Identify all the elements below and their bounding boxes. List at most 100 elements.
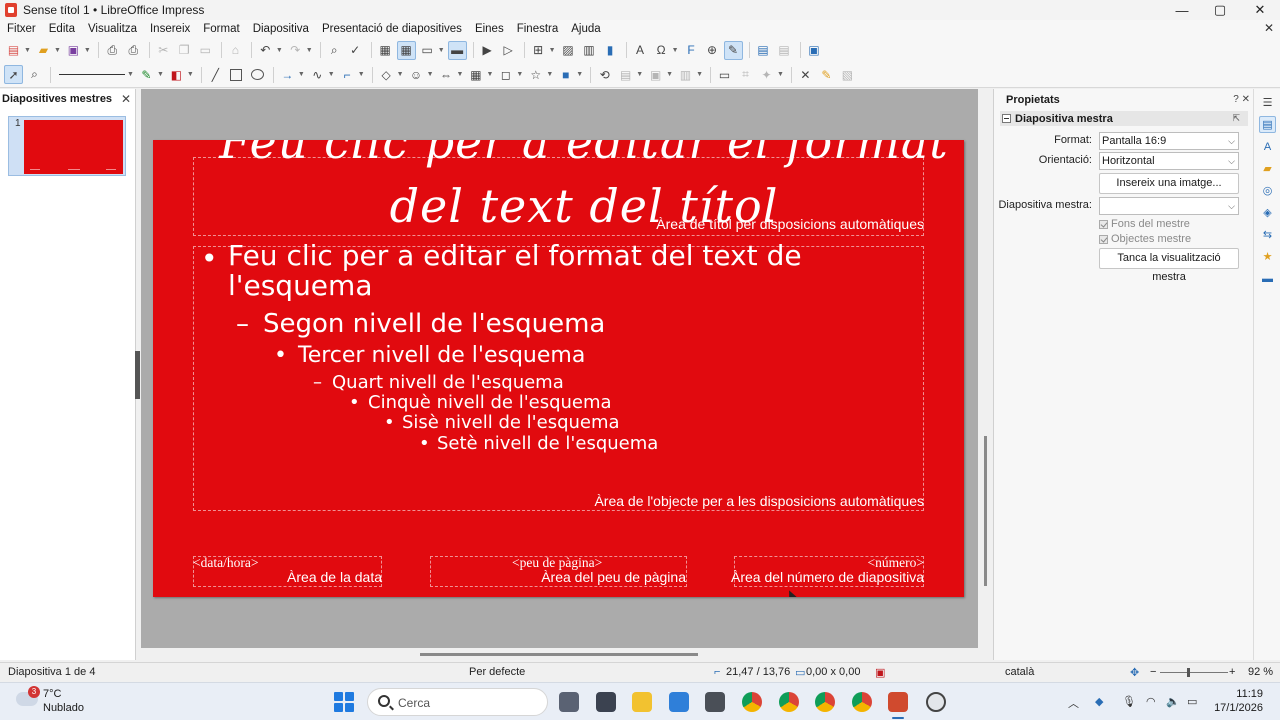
chrome-profile-4-icon[interactable] [852, 692, 872, 712]
find-replace-icon[interactable]: ⌕ [325, 41, 344, 60]
language[interactable]: català [1005, 666, 1034, 678]
redo-dropdown-icon[interactable]: ▼ [306, 47, 313, 54]
menu-ajuda[interactable]: Ajuda [571, 23, 600, 35]
minimize-button[interactable]: — [1162, 0, 1202, 20]
copy-icon[interactable]: ❐ [175, 41, 194, 60]
undo-dropdown-icon[interactable]: ▼ [276, 47, 283, 54]
draw-functions-icon[interactable]: ✎ [723, 40, 743, 60]
left-pane-collapse-handle[interactable] [135, 351, 140, 399]
security-tray-icon[interactable]: ◆ [1095, 695, 1103, 708]
zoom-out-icon[interactable]: − [1150, 666, 1156, 678]
chrome-profile-3-icon[interactable] [815, 692, 835, 712]
deck-menu-icon[interactable]: ☰ [1259, 94, 1276, 111]
styles-deck-icon[interactable]: A [1259, 138, 1276, 155]
orientation-select[interactable]: Horitzontal ⌵ [1099, 152, 1239, 170]
print-icon[interactable]: ⎙ [124, 41, 143, 60]
properties-header-icons[interactable]: ? ✕ [1233, 94, 1250, 105]
maximize-button[interactable]: ▢ [1200, 0, 1240, 20]
master-view-icon[interactable]: ▤ [754, 41, 773, 60]
ellipse-icon[interactable] [248, 65, 267, 84]
block-arrows-icon[interactable]: ⇔ [437, 65, 456, 84]
spellcheck-icon[interactable]: ✓ [346, 41, 365, 60]
fill-color-dropdown-icon[interactable]: ▼ [187, 71, 194, 78]
vertical-scrollbar[interactable] [984, 436, 987, 586]
3d-objects-icon[interactable]: ■ [556, 65, 575, 84]
align-dropdown-icon[interactable]: ▼ [636, 71, 643, 78]
menu-format[interactable]: Format [203, 23, 239, 35]
points-icon[interactable]: ✕ [796, 65, 815, 84]
master-slide-select[interactable]: ⌵ [1099, 197, 1239, 215]
hyperlink-icon[interactable]: ⊕ [703, 41, 722, 60]
views-dropdown-icon[interactable]: ▼ [438, 47, 445, 54]
menu-diapositiva[interactable]: Diapositiva [253, 23, 309, 35]
show-hidden-icons[interactable]: ︿ [1068, 695, 1079, 711]
more-options-icon[interactable]: ⇱ [1232, 113, 1240, 124]
menu-edita[interactable]: Edita [49, 23, 75, 35]
horizontal-scrollbar[interactable] [420, 653, 698, 656]
arrange-dropdown-icon[interactable]: ▼ [666, 71, 673, 78]
menu-fitxer[interactable]: Fitxer [7, 23, 36, 35]
zoom-slider-knob[interactable] [1187, 668, 1190, 677]
menu-eines[interactable]: Eines [475, 23, 504, 35]
new-dropdown-icon[interactable]: ▼ [24, 47, 31, 54]
stars-dropdown-icon[interactable]: ▼ [546, 71, 553, 78]
libreoffice-impress-taskbar-icon[interactable] [888, 692, 908, 712]
table-dropdown-icon[interactable]: ▼ [549, 47, 556, 54]
callouts-dropdown-icon[interactable]: ▼ [516, 71, 523, 78]
close-document-icon[interactable]: ✕ [1264, 21, 1274, 35]
rectangle-icon[interactable] [227, 65, 246, 84]
connectors-icon[interactable]: ⌐ [338, 65, 357, 84]
undo-icon[interactable]: ↶ [256, 41, 275, 60]
connectors-dropdown-icon[interactable]: ▼ [358, 71, 365, 78]
task-view-icon[interactable] [559, 692, 579, 712]
filter-dropdown-icon[interactable]: ▼ [777, 71, 784, 78]
file-explorer-icon[interactable] [632, 692, 652, 712]
fontwork-icon[interactable]: F [682, 41, 701, 60]
special-character-icon[interactable]: Ω [652, 41, 671, 60]
line-color-dropdown-icon[interactable]: ▼ [157, 71, 164, 78]
wifi-icon[interactable]: ◠ [1146, 695, 1156, 708]
lines-arrows-icon[interactable]: → [278, 65, 297, 84]
filter-icon[interactable]: ✦ [757, 65, 776, 84]
system-clock[interactable]: 11:19 17/1/2026 [1214, 687, 1263, 715]
volume-icon[interactable]: 🔈 [1166, 695, 1180, 708]
rename-master-icon[interactable]: ▣ [805, 41, 824, 60]
master-slides-deck-icon[interactable]: ▬ [1259, 270, 1276, 287]
slide-transition-deck-icon[interactable]: ⇆ [1259, 226, 1276, 243]
animation-deck-icon[interactable]: ★ [1259, 248, 1276, 265]
line-icon[interactable]: ╱ [206, 65, 225, 84]
basic-shapes-dropdown-icon[interactable]: ▼ [397, 71, 404, 78]
save-dropdown-icon[interactable]: ▼ [84, 47, 91, 54]
clone-formatting-icon[interactable]: ⌂ [226, 41, 245, 60]
select-arrow-icon[interactable]: ➚ [4, 65, 23, 84]
master-background-checkbox[interactable]: Fons del mestre [1099, 218, 1190, 230]
line-style-icon[interactable] [59, 74, 125, 75]
close-window-button[interactable]: ✕ [1240, 0, 1280, 20]
table-icon[interactable]: ⊞ [529, 41, 548, 60]
start-first-slide-icon[interactable]: ▶ [478, 41, 497, 60]
start-current-slide-icon[interactable]: ▷ [499, 41, 518, 60]
redo-icon[interactable]: ↷ [286, 41, 305, 60]
weather-temperature[interactable]: 7°C [43, 688, 61, 700]
glue-points-icon[interactable]: ✎ [817, 65, 836, 84]
menu-finestra[interactable]: Finestra [517, 23, 559, 35]
library-app-icon[interactable] [596, 692, 616, 712]
align-icon[interactable]: ▤ [616, 65, 635, 84]
collapse-icon[interactable] [1002, 114, 1011, 123]
fill-color-icon[interactable]: ◧ [167, 65, 186, 84]
windows-start-icon[interactable] [334, 692, 354, 712]
flowchart-icon[interactable]: ▦ [466, 65, 485, 84]
fit-slide-icon[interactable]: ✥ [1130, 666, 1139, 679]
block-arrows-dropdown-icon[interactable]: ▼ [457, 71, 464, 78]
weather-description[interactable]: Nublado [43, 702, 84, 714]
distribute-icon[interactable]: ▥ [676, 65, 695, 84]
master-slide-section-header[interactable]: Diapositiva mestra ⇱ [1000, 111, 1248, 126]
display-views-icon[interactable]: ▭ [418, 41, 437, 60]
crop-icon[interactable]: ⌗ [736, 65, 755, 84]
zoom-slider[interactable] [1160, 672, 1228, 673]
close-master-icon[interactable]: ▤ [775, 41, 794, 60]
format-select[interactable]: Pantalla 16:9 ⌵ [1099, 132, 1239, 150]
gallery-deck-icon[interactable]: ▰ [1259, 160, 1276, 177]
curves-icon[interactable]: ∿ [308, 65, 327, 84]
image-icon[interactable]: ▨ [559, 41, 578, 60]
